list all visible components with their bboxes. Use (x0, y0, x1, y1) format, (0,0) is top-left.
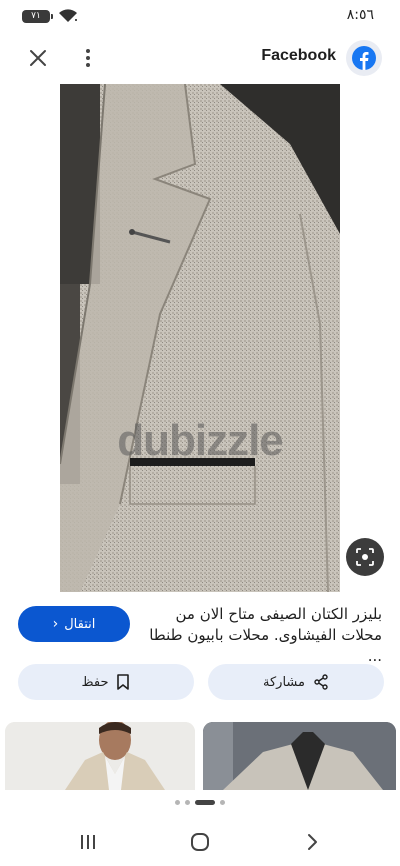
status-time: ٨:٥٦ (346, 7, 374, 23)
related-image-1[interactable] (5, 722, 195, 790)
facebook-icon[interactable] (346, 40, 382, 76)
close-icon[interactable] (26, 46, 50, 70)
related-image-2[interactable] (203, 722, 396, 790)
chevron-left-icon: ‹ (52, 616, 59, 632)
battery-icon: ٧١ (22, 10, 53, 23)
source-name[interactable]: Facebook (261, 47, 336, 65)
result-caption[interactable]: بليزر الكتان الصيفى متاح الان من محلات ا… (142, 604, 382, 667)
share-button[interactable]: مشاركة (208, 664, 384, 700)
visit-label: انتقال (64, 616, 96, 632)
page-dot (185, 799, 190, 805)
watermark-text: dubizzle (117, 416, 284, 465)
back-icon[interactable] (302, 832, 322, 852)
save-label: حفظ (81, 674, 109, 690)
battery-level: ٧١ (31, 11, 41, 21)
page-dot (220, 799, 225, 805)
status-bar: ٧١ ٨:٥٦ (0, 0, 400, 32)
blazer-photo (60, 84, 340, 592)
recents-icon[interactable] (78, 832, 98, 852)
wifi-icon (59, 9, 77, 22)
pagination-dots (0, 797, 400, 807)
share-label: مشاركة (263, 674, 305, 690)
result-image[interactable]: dubizzle (0, 84, 400, 592)
google-lens-icon[interactable] (346, 538, 384, 576)
system-nav-bar (0, 820, 400, 866)
more-vert-icon[interactable] (76, 46, 100, 70)
home-icon[interactable] (190, 832, 210, 852)
share-icon (314, 674, 328, 690)
save-button[interactable]: حفظ (18, 664, 194, 700)
visit-button[interactable]: انتقال ‹ (18, 606, 130, 642)
page-dot (175, 799, 180, 805)
bookmark-icon (117, 674, 130, 690)
page-dot-active (195, 799, 215, 805)
viewer-header: Facebook (0, 36, 400, 80)
